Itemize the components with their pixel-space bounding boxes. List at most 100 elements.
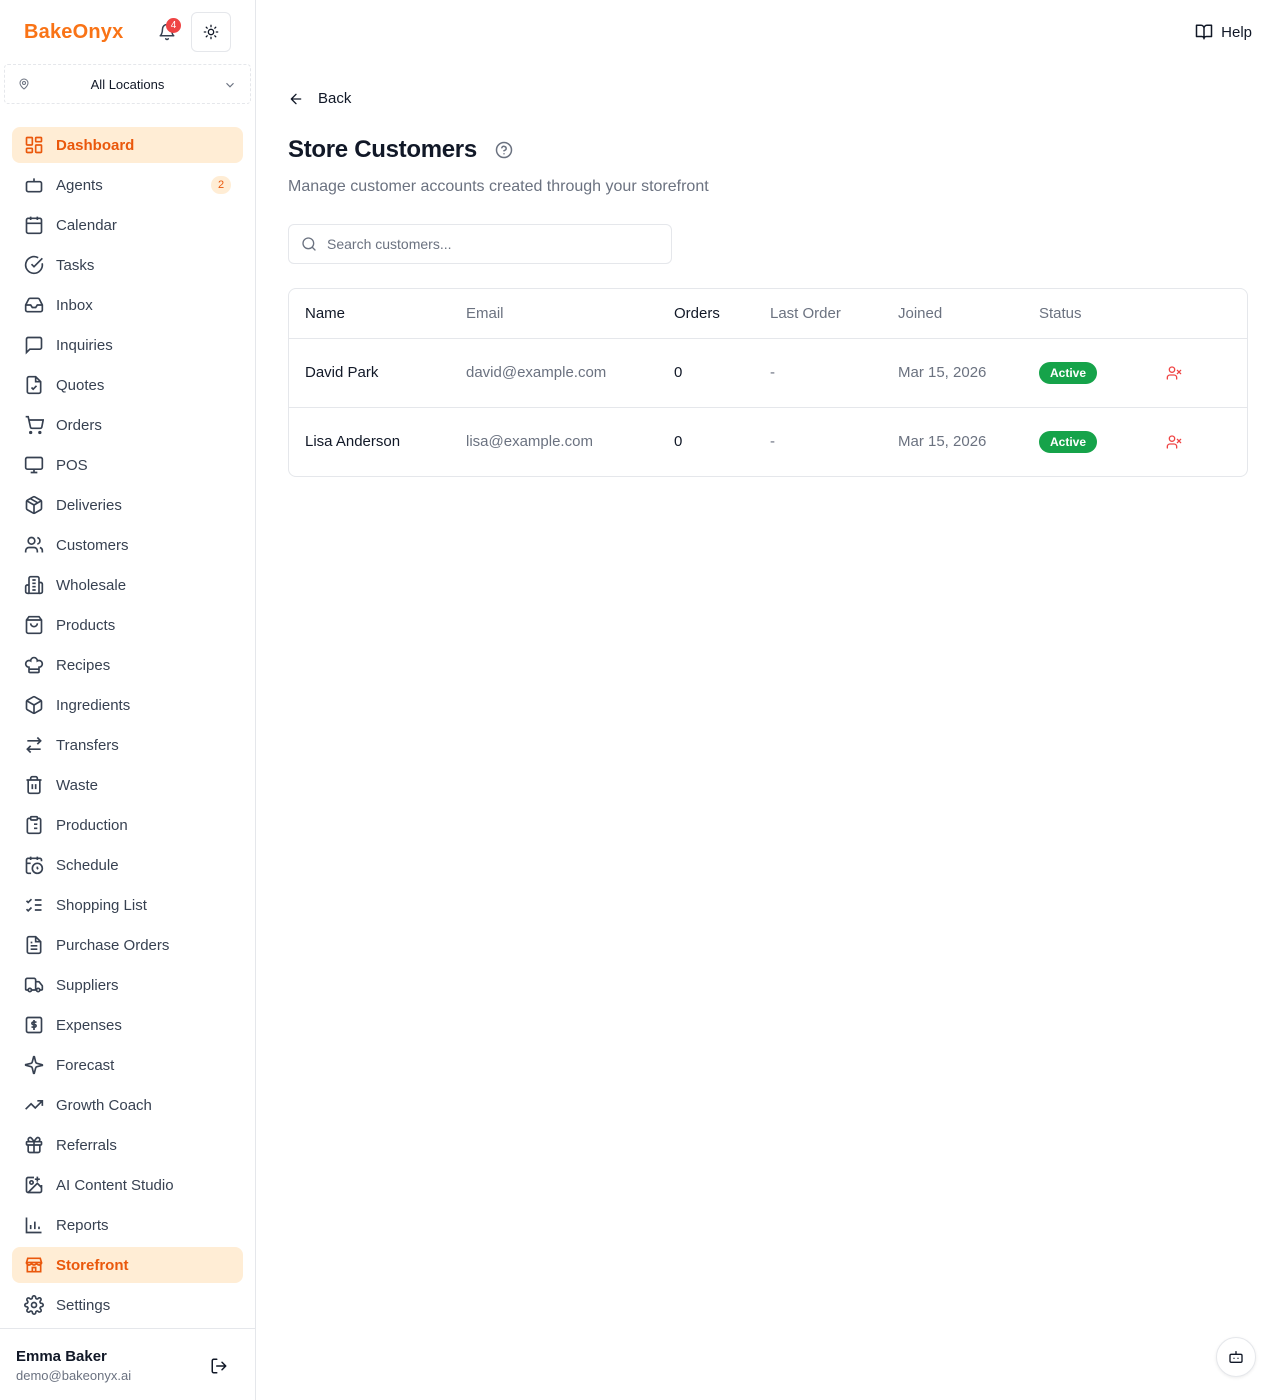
search-input[interactable] — [327, 236, 657, 252]
sidebar-item-orders[interactable]: Orders — [12, 407, 243, 443]
sidebar-item-label: Production — [56, 816, 128, 834]
sidebar-item-label: Waste — [56, 776, 98, 794]
location-select[interactable]: All Locations — [4, 64, 251, 104]
sidebar-item-label: Expenses — [56, 1016, 122, 1034]
sidebar-item-storefront[interactable]: Storefront — [12, 1247, 243, 1283]
status-cell: Active — [1039, 407, 1162, 476]
table-row: David Park david@example.com 0 - Mar 15,… — [289, 338, 1247, 408]
bar-chart-icon — [24, 1215, 44, 1235]
sidebar-item-deliveries[interactable]: Deliveries — [12, 487, 243, 523]
status-cell: Active — [1039, 338, 1162, 408]
logout-button[interactable] — [207, 1354, 231, 1378]
back-button[interactable]: Back — [288, 90, 351, 107]
sidebar-item-forecast[interactable]: Forecast — [12, 1047, 243, 1083]
sidebar-item-referrals[interactable]: Referrals — [12, 1127, 243, 1163]
store-icon — [24, 1255, 44, 1275]
back-label: Back — [318, 90, 352, 107]
status-badge: Active — [1039, 430, 1098, 453]
sidebar-item-ai-content-studio[interactable]: AI Content Studio — [12, 1167, 243, 1203]
sidebar-item-shopping-list[interactable]: Shopping List — [12, 887, 243, 923]
sidebar-item-production[interactable]: Production — [12, 807, 243, 843]
customer-email: lisa@example.com — [466, 433, 593, 451]
brand-logo[interactable]: BakeOnyx — [24, 21, 123, 44]
sidebar-item-growth-coach[interactable]: Growth Coach — [12, 1087, 243, 1123]
check-circle-icon — [24, 255, 44, 275]
sidebar-item-label: Calendar — [56, 216, 117, 234]
theme-toggle-button[interactable] — [191, 12, 231, 52]
file-text-icon — [24, 935, 44, 955]
sidebar-item-customers[interactable]: Customers — [12, 527, 243, 563]
sidebar-item-tasks[interactable]: Tasks — [12, 247, 243, 283]
cart-icon — [24, 415, 44, 435]
sidebar-item-reports[interactable]: Reports — [12, 1207, 243, 1243]
sidebar-item-dashboard[interactable]: Dashboard — [12, 127, 243, 163]
sidebar-item-label: AI Content Studio — [56, 1176, 174, 1194]
shopping-bag-icon — [24, 615, 44, 635]
trending-up-icon — [24, 1095, 44, 1115]
sidebar-item-agents[interactable]: Agents 2 — [12, 167, 243, 203]
sidebar-item-purchase-orders[interactable]: Purchase Orders — [12, 927, 243, 963]
image-plus-icon — [24, 1175, 44, 1195]
sidebar-item-products[interactable]: Products — [12, 607, 243, 643]
dashboard-icon — [24, 135, 44, 155]
sidebar-item-recipes[interactable]: Recipes — [12, 647, 243, 683]
sidebar-item-transfers[interactable]: Transfers — [12, 727, 243, 763]
sidebar-item-inbox[interactable]: Inbox — [12, 287, 243, 323]
users-icon — [24, 535, 44, 555]
user-name: Emma Baker — [16, 1348, 107, 1365]
search-box — [288, 224, 672, 264]
sidebar-item-label: Purchase Orders — [56, 936, 170, 954]
sidebar-item-label: Forecast — [56, 1056, 115, 1074]
column-header-email: Email — [466, 289, 674, 339]
sidebar-item-label: Recipes — [56, 656, 111, 674]
gift-icon — [24, 1135, 44, 1155]
arrows-icon — [24, 735, 44, 755]
box-icon — [24, 695, 44, 715]
sidebar-item-label: Shopping List — [56, 896, 147, 914]
table-row: Lisa Anderson lisa@example.com 0 - Mar 1… — [289, 407, 1247, 476]
sidebar-item-suppliers[interactable]: Suppliers — [12, 967, 243, 1003]
deactivate-customer-button[interactable] — [1162, 430, 1186, 454]
location-select-value: All Locations — [90, 76, 165, 92]
sidebar-item-settings[interactable]: Settings — [12, 1287, 243, 1323]
sidebar-item-label: POS — [56, 456, 88, 474]
column-header-actions — [1162, 289, 1247, 339]
sidebar-item-label: Settings — [56, 1296, 111, 1314]
customer-last-order: - — [770, 338, 898, 408]
main-content: Help Back Store Customers Manage custome… — [256, 0, 1280, 1400]
status-badge: Active — [1039, 361, 1098, 384]
sidebar-item-label: Referrals — [56, 1136, 117, 1154]
sidebar-item-inquiries[interactable]: Inquiries — [12, 327, 243, 363]
file-check-icon — [24, 375, 44, 395]
column-header-orders: Orders — [674, 289, 770, 339]
agents-count-badge: 2 — [211, 176, 231, 194]
page-subtitle: Manage customer accounts created through… — [288, 178, 709, 195]
sidebar-item-quotes[interactable]: Quotes — [12, 367, 243, 403]
ai-assistant-button[interactable] — [1216, 1337, 1256, 1377]
help-circle-icon[interactable] — [495, 141, 513, 159]
sidebar-item-ingredients[interactable]: Ingredients — [12, 687, 243, 723]
sidebar-item-wholesale[interactable]: Wholesale — [12, 567, 243, 603]
sidebar-item-pos[interactable]: POS — [12, 447, 243, 483]
sidebar-item-label: Growth Coach — [56, 1096, 152, 1114]
sidebar-item-expenses[interactable]: Expenses — [12, 1007, 243, 1043]
sidebar-item-schedule[interactable]: Schedule — [12, 847, 243, 883]
sidebar-item-waste[interactable]: Waste — [12, 767, 243, 803]
package-icon — [24, 495, 44, 515]
deactivate-customer-button[interactable] — [1162, 361, 1186, 385]
customer-orders: 0 — [674, 433, 683, 451]
customer-orders: 0 — [674, 338, 770, 408]
help-button[interactable]: Help — [1195, 23, 1252, 41]
sidebar-item-calendar[interactable]: Calendar — [12, 207, 243, 243]
sidebar: BakeOnyx 4 All Locations Dashboard Agent… — [0, 0, 256, 1400]
customer-joined: Mar 15, 2026 — [898, 338, 1039, 408]
sidebar-item-label: Quotes — [56, 376, 105, 394]
user-x-icon — [1166, 435, 1182, 449]
page-title: Store Customers — [288, 136, 477, 163]
sidebar-item-label: Wholesale — [56, 576, 127, 594]
actions-cell — [1162, 407, 1247, 476]
sun-icon — [203, 24, 219, 40]
user-x-icon — [1166, 365, 1182, 380]
sidebar-nav: Dashboard Agents 2 Calendar Tasks Inbox … — [12, 127, 243, 1327]
notification-count-badge: 4 — [166, 18, 181, 33]
